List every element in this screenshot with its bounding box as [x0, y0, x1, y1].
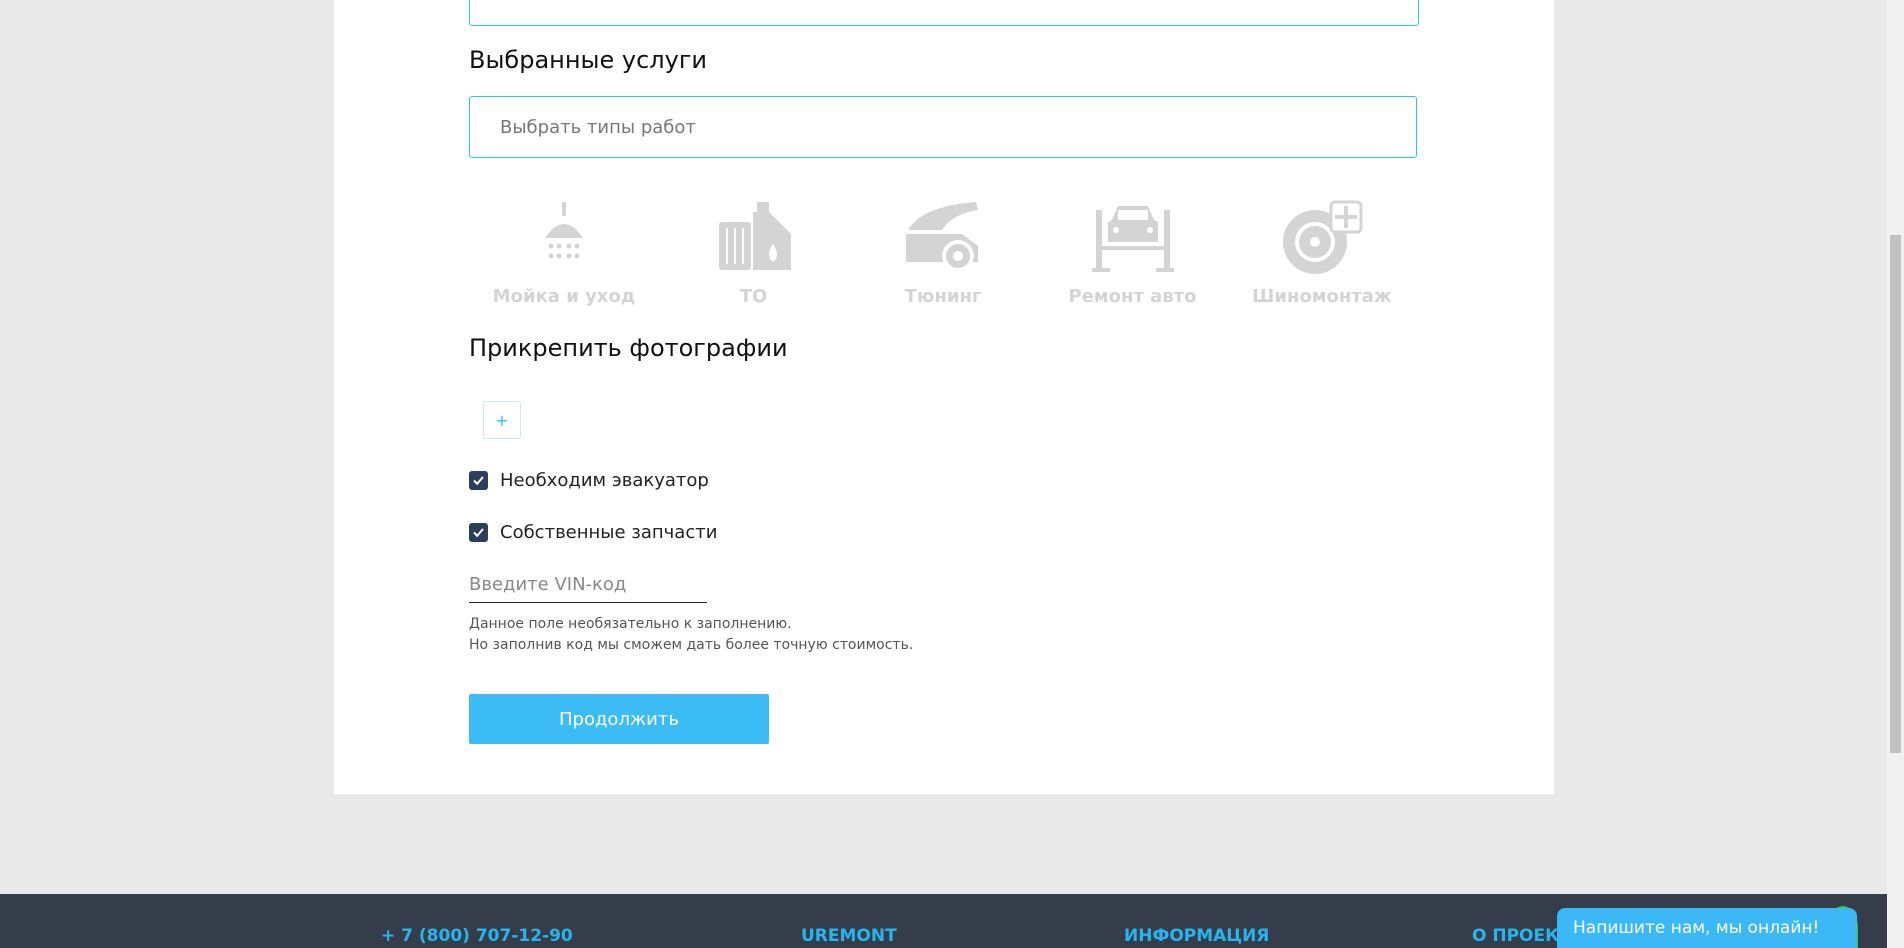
- category-label: Мойка и уход: [492, 286, 636, 307]
- oil-filter-icon: [718, 202, 791, 270]
- scrollbar-thumb[interactable]: [1890, 235, 1901, 753]
- car-tuning-icon: [906, 202, 978, 272]
- category-repair[interactable]: Ремонт авто: [1058, 200, 1208, 312]
- service-types-select[interactable]: Выбрать типы работ: [469, 96, 1417, 158]
- own-parts-checkbox[interactable]: Собственные запчасти: [469, 522, 717, 543]
- service-types-placeholder: Выбрать типы работ: [500, 116, 696, 138]
- plus-icon: +: [495, 410, 509, 430]
- tow-truck-label: Необходим эвакуатор: [500, 470, 709, 491]
- vin-input[interactable]: Введите VIN-код: [469, 566, 707, 603]
- previous-input-field[interactable]: [469, 0, 1419, 26]
- category-label: ТО: [739, 286, 768, 307]
- add-photo-button[interactable]: +: [483, 401, 521, 439]
- service-categories: Мойка и уход ТО Тюнинг Ремонт авто Шином…: [469, 200, 1417, 312]
- footer-about[interactable]: О ПРОЕКТ: [1472, 926, 1571, 946]
- tow-truck-checkbox[interactable]: Необходим эвакуатор: [469, 470, 709, 491]
- vin-hint: Данное поле необязательно к заполнению. …: [469, 614, 913, 656]
- category-label: Шиномонтаж: [1252, 286, 1392, 307]
- hint-line: Но заполнив код мы сможем дать более точ…: [469, 637, 914, 653]
- vin-placeholder: Введите VIN-код: [469, 573, 627, 595]
- checkbox-checked-icon[interactable]: [469, 471, 488, 490]
- category-label: Ремонт авто: [1068, 286, 1197, 307]
- category-tire-service[interactable]: Шиномонтаж: [1247, 200, 1397, 312]
- tire-icon: [1283, 200, 1363, 274]
- category-tuning[interactable]: Тюнинг: [868, 200, 1018, 312]
- services-title: Выбранные услуги: [469, 46, 708, 74]
- car-lift-icon: [1091, 206, 1174, 272]
- photos-title: Прикрепить фотографии: [469, 334, 788, 362]
- category-maintenance[interactable]: ТО: [679, 200, 829, 312]
- category-label: Тюнинг: [904, 286, 982, 307]
- chat-widget[interactable]: Напишите нам, мы онлайн!: [1557, 908, 1857, 948]
- footer-uremont[interactable]: UREMONT: [801, 926, 897, 946]
- footer-info[interactable]: ИНФОРМАЦИЯ: [1124, 926, 1269, 946]
- shower-icon: [545, 202, 583, 259]
- hint-line: Данное поле необязательно к заполнению.: [469, 616, 792, 632]
- checkbox-checked-icon[interactable]: [469, 523, 488, 542]
- continue-button[interactable]: Продолжить: [469, 694, 769, 744]
- own-parts-label: Собственные запчасти: [500, 522, 718, 543]
- category-wash[interactable]: Мойка и уход: [489, 200, 639, 312]
- footer-phone[interactable]: + 7 (800) 707-12-90: [381, 926, 573, 946]
